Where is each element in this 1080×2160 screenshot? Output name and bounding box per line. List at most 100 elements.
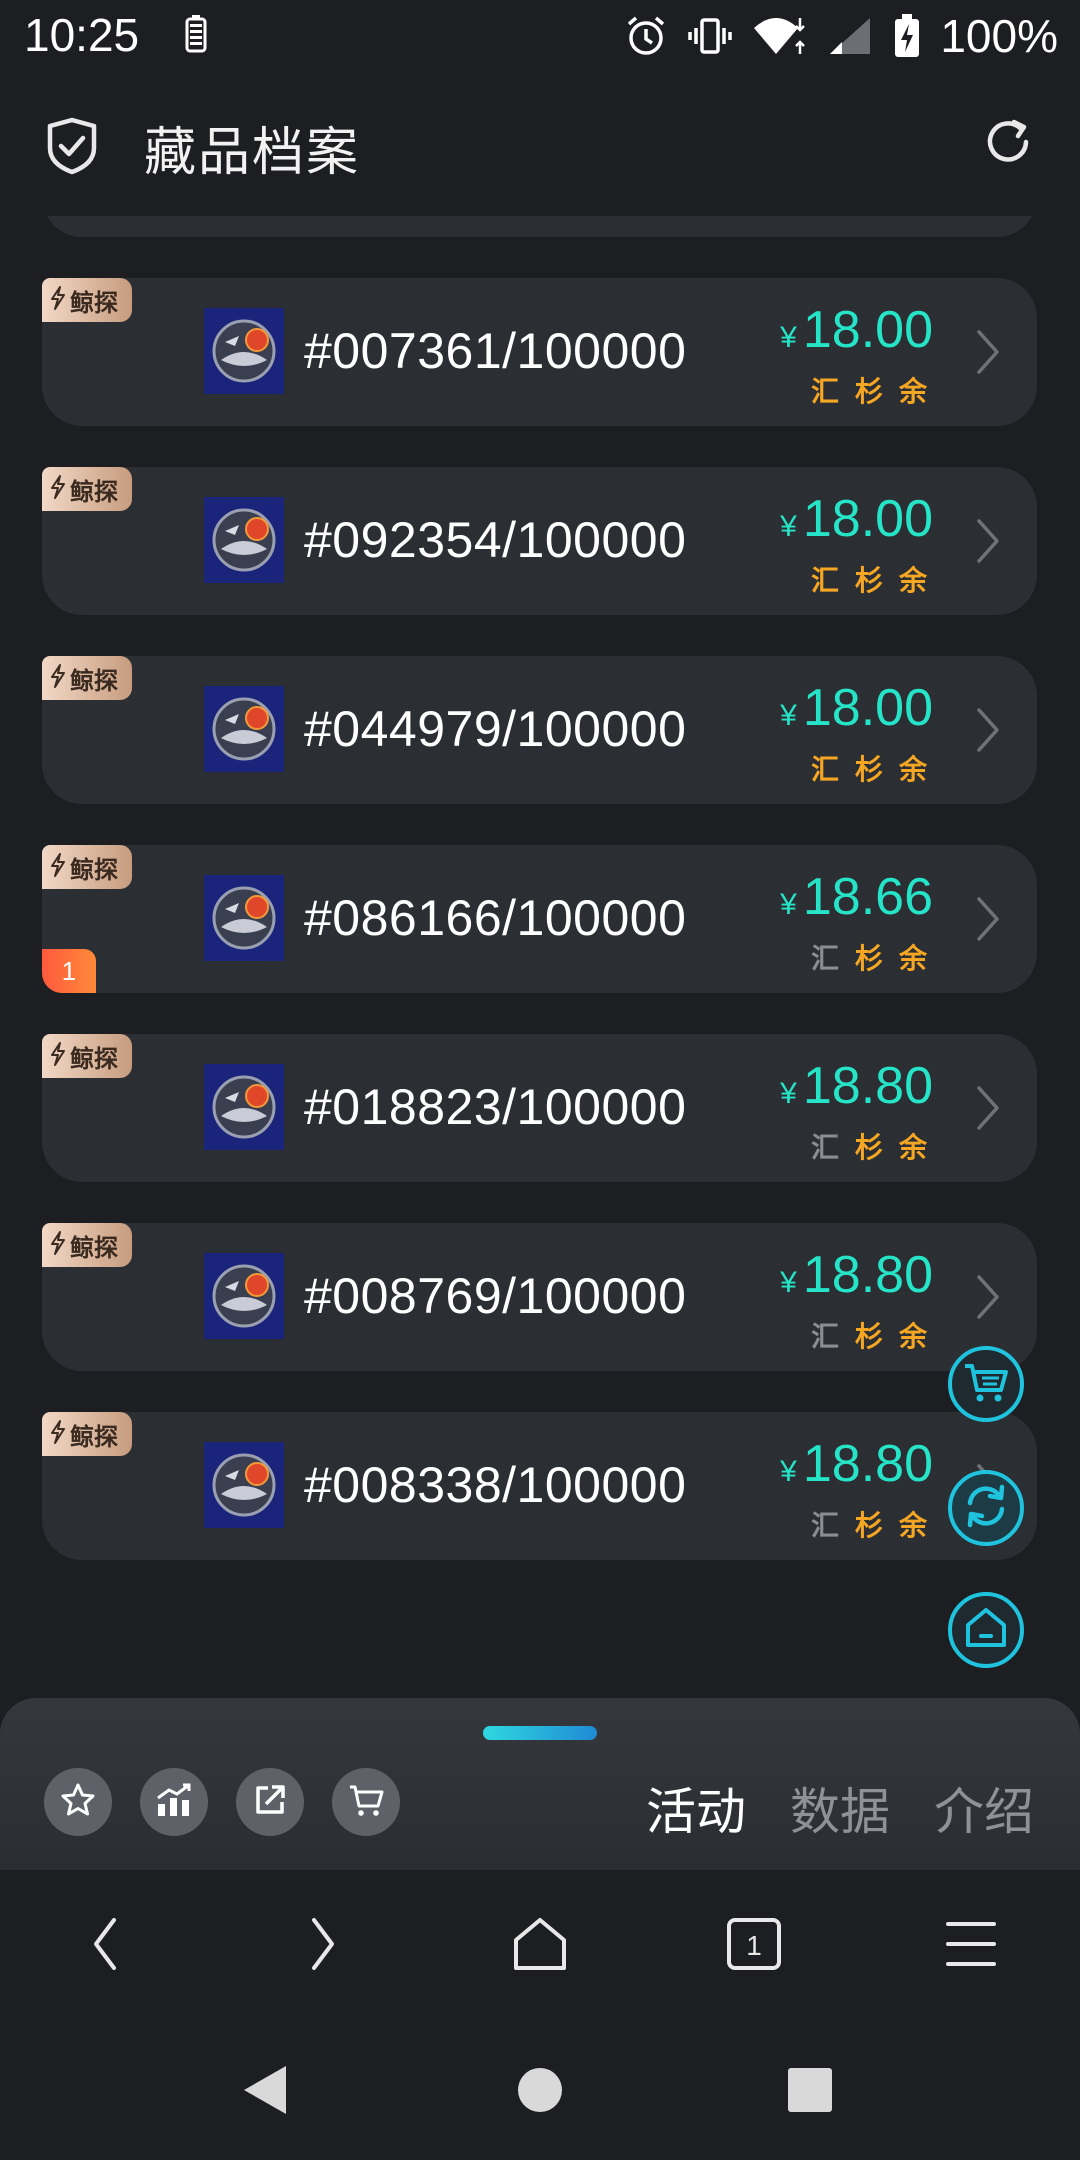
cart-icon — [963, 1360, 1009, 1408]
count-badge: 1 — [42, 949, 96, 993]
item-serial: #008338/100000 — [304, 1457, 687, 1513]
battery-level: 100% — [940, 10, 1058, 62]
item-serial: #044979/100000 — [304, 701, 687, 757]
item-price: ¥18.66 — [780, 867, 933, 927]
platform-tag-label: 鲸探 — [70, 1233, 118, 1262]
currency-symbol: ¥ — [780, 1455, 797, 1488]
item-serial: #007361/100000 — [304, 323, 687, 379]
back-triangle-icon[interactable] — [240, 2062, 290, 2122]
bolt-icon — [48, 1419, 68, 1449]
market-indicator: 余 — [899, 564, 928, 597]
app-header: 藏品档案 — [0, 72, 1080, 216]
recents-square-icon[interactable] — [786, 2062, 834, 2122]
signal-icon — [826, 14, 874, 58]
collection-card[interactable]: 鲸探#068662/100000¥18.00汇杉余 — [42, 216, 1037, 237]
market-indicators: 汇杉余 — [811, 748, 928, 788]
home-fab[interactable] — [948, 1592, 1024, 1668]
page-title: 藏品档案 — [144, 123, 361, 183]
collection-card[interactable]: 鲸探 #008338/100000 ¥18.80 汇杉余 — [42, 1412, 1037, 1560]
collection-card[interactable]: 鲸探 #044979/100000 ¥18.00 汇杉余 — [42, 656, 1037, 804]
platform-tag-label: 鲸探 — [70, 1044, 118, 1073]
chevron-right-icon — [975, 1273, 1001, 1325]
alarm-icon — [624, 14, 668, 58]
sheet-tab[interactable]: 数据 — [790, 1772, 890, 1844]
sync-fab[interactable] — [948, 1470, 1024, 1546]
sheet-tab[interactable]: 介绍 — [934, 1772, 1034, 1844]
sheet-drag-handle[interactable] — [483, 1726, 597, 1740]
battery-charging-icon — [894, 14, 920, 58]
currency-symbol: ¥ — [780, 321, 797, 354]
market-indicators: 汇杉余 — [811, 1126, 927, 1166]
home-icon[interactable] — [510, 1914, 570, 1978]
item-thumbnail — [204, 1442, 284, 1528]
buy-button[interactable] — [332, 1768, 400, 1836]
platform-tag: 鲸探 — [42, 467, 132, 511]
platform-tag: 鲸探 — [42, 1034, 132, 1078]
forward-icon[interactable] — [308, 1914, 338, 1978]
platform-tag-label: 鲸探 — [70, 288, 118, 317]
market-indicator: 杉 — [855, 1131, 884, 1164]
bolt-icon — [48, 474, 68, 504]
favorite-button[interactable] — [44, 1768, 112, 1836]
item-price: ¥18.80 — [780, 1245, 933, 1305]
tabs-icon[interactable]: 1 — [726, 1914, 782, 1978]
market-indicator: 杉 — [855, 375, 884, 408]
platform-tag-label: 鲸探 — [70, 666, 118, 695]
market-indicators: 汇杉余 — [811, 370, 928, 410]
collection-card[interactable]: 鲸探 #092354/100000 ¥18.00 汇杉余 — [42, 467, 1037, 615]
market-indicator: 杉 — [855, 1320, 884, 1353]
collection-card[interactable]: 鲸探 #008769/100000 ¥18.80 汇杉余 — [42, 1223, 1037, 1371]
collection-card[interactable]: 鲸探 #018823/100000 ¥18.80 汇杉余 — [42, 1034, 1037, 1182]
item-price: ¥18.00 — [780, 678, 933, 738]
bolt-icon — [48, 1041, 68, 1071]
market-indicator: 汇 — [811, 1320, 840, 1353]
browser-toolbar: 1 — [0, 1870, 1080, 2018]
shield-check-icon[interactable] — [44, 116, 100, 180]
cart-fab[interactable] — [948, 1346, 1024, 1422]
currency-symbol: ¥ — [780, 888, 797, 921]
collection-card[interactable]: 鲸探 #007361/100000 ¥18.00 汇杉余 — [42, 278, 1037, 426]
item-thumbnail — [204, 686, 284, 772]
chart-button[interactable] — [140, 1768, 208, 1836]
menu-icon[interactable] — [944, 1914, 998, 1978]
market-indicator: 余 — [899, 216, 927, 221]
chart-icon — [155, 1782, 193, 1822]
market-indicators: 汇杉余 — [811, 216, 927, 221]
bolt-icon — [48, 663, 68, 693]
home-icon — [963, 1605, 1009, 1655]
market-indicator: 汇 — [811, 216, 839, 221]
sheet-tab[interactable]: 活动 — [646, 1772, 746, 1844]
platform-tag-label: 鲸探 — [70, 477, 118, 506]
star-icon — [60, 1782, 96, 1822]
price-value: 18.66 — [802, 868, 933, 926]
refresh-icon[interactable] — [980, 114, 1036, 174]
bottom-sheet: 活动 数据 介绍 — [0, 1698, 1080, 1870]
market-indicator: 杉 — [855, 1509, 884, 1542]
market-indicator: 杉 — [855, 216, 883, 221]
bolt-icon — [48, 852, 68, 882]
collection-list[interactable]: 鲸探#068662/100000¥18.00汇杉余鲸探#007361/10000… — [0, 216, 1080, 1584]
cart-icon — [348, 1782, 384, 1822]
share-icon — [252, 1782, 288, 1822]
back-icon[interactable] — [90, 1914, 120, 1978]
vibrate-icon — [688, 14, 733, 58]
platform-tag-label: 鲸探 — [70, 855, 118, 884]
price-value: 18.00 — [802, 301, 933, 359]
bolt-icon — [48, 285, 68, 315]
system-navigation — [0, 2018, 1080, 2160]
status-bar: 10:25 100% — [0, 0, 1080, 72]
market-indicator: 汇 — [811, 1131, 840, 1164]
home-circle-icon[interactable] — [516, 2062, 564, 2122]
platform-tag: 鲸探 — [42, 1412, 132, 1456]
item-serial: #092354/100000 — [304, 512, 687, 568]
item-thumbnail — [204, 497, 284, 583]
share-button[interactable] — [236, 1768, 304, 1836]
currency-symbol: ¥ — [780, 1077, 797, 1110]
collection-card[interactable]: 鲸探 #086166/100000 ¥18.66 汇杉余 1 — [42, 845, 1037, 993]
status-time: 10:25 — [24, 9, 140, 61]
platform-tag-label: 鲸探 — [70, 1422, 118, 1451]
market-indicator: 余 — [899, 753, 928, 786]
market-indicator: 余 — [899, 375, 928, 408]
currency-symbol: ¥ — [780, 699, 797, 732]
platform-tag: 鲸探 — [42, 656, 132, 700]
